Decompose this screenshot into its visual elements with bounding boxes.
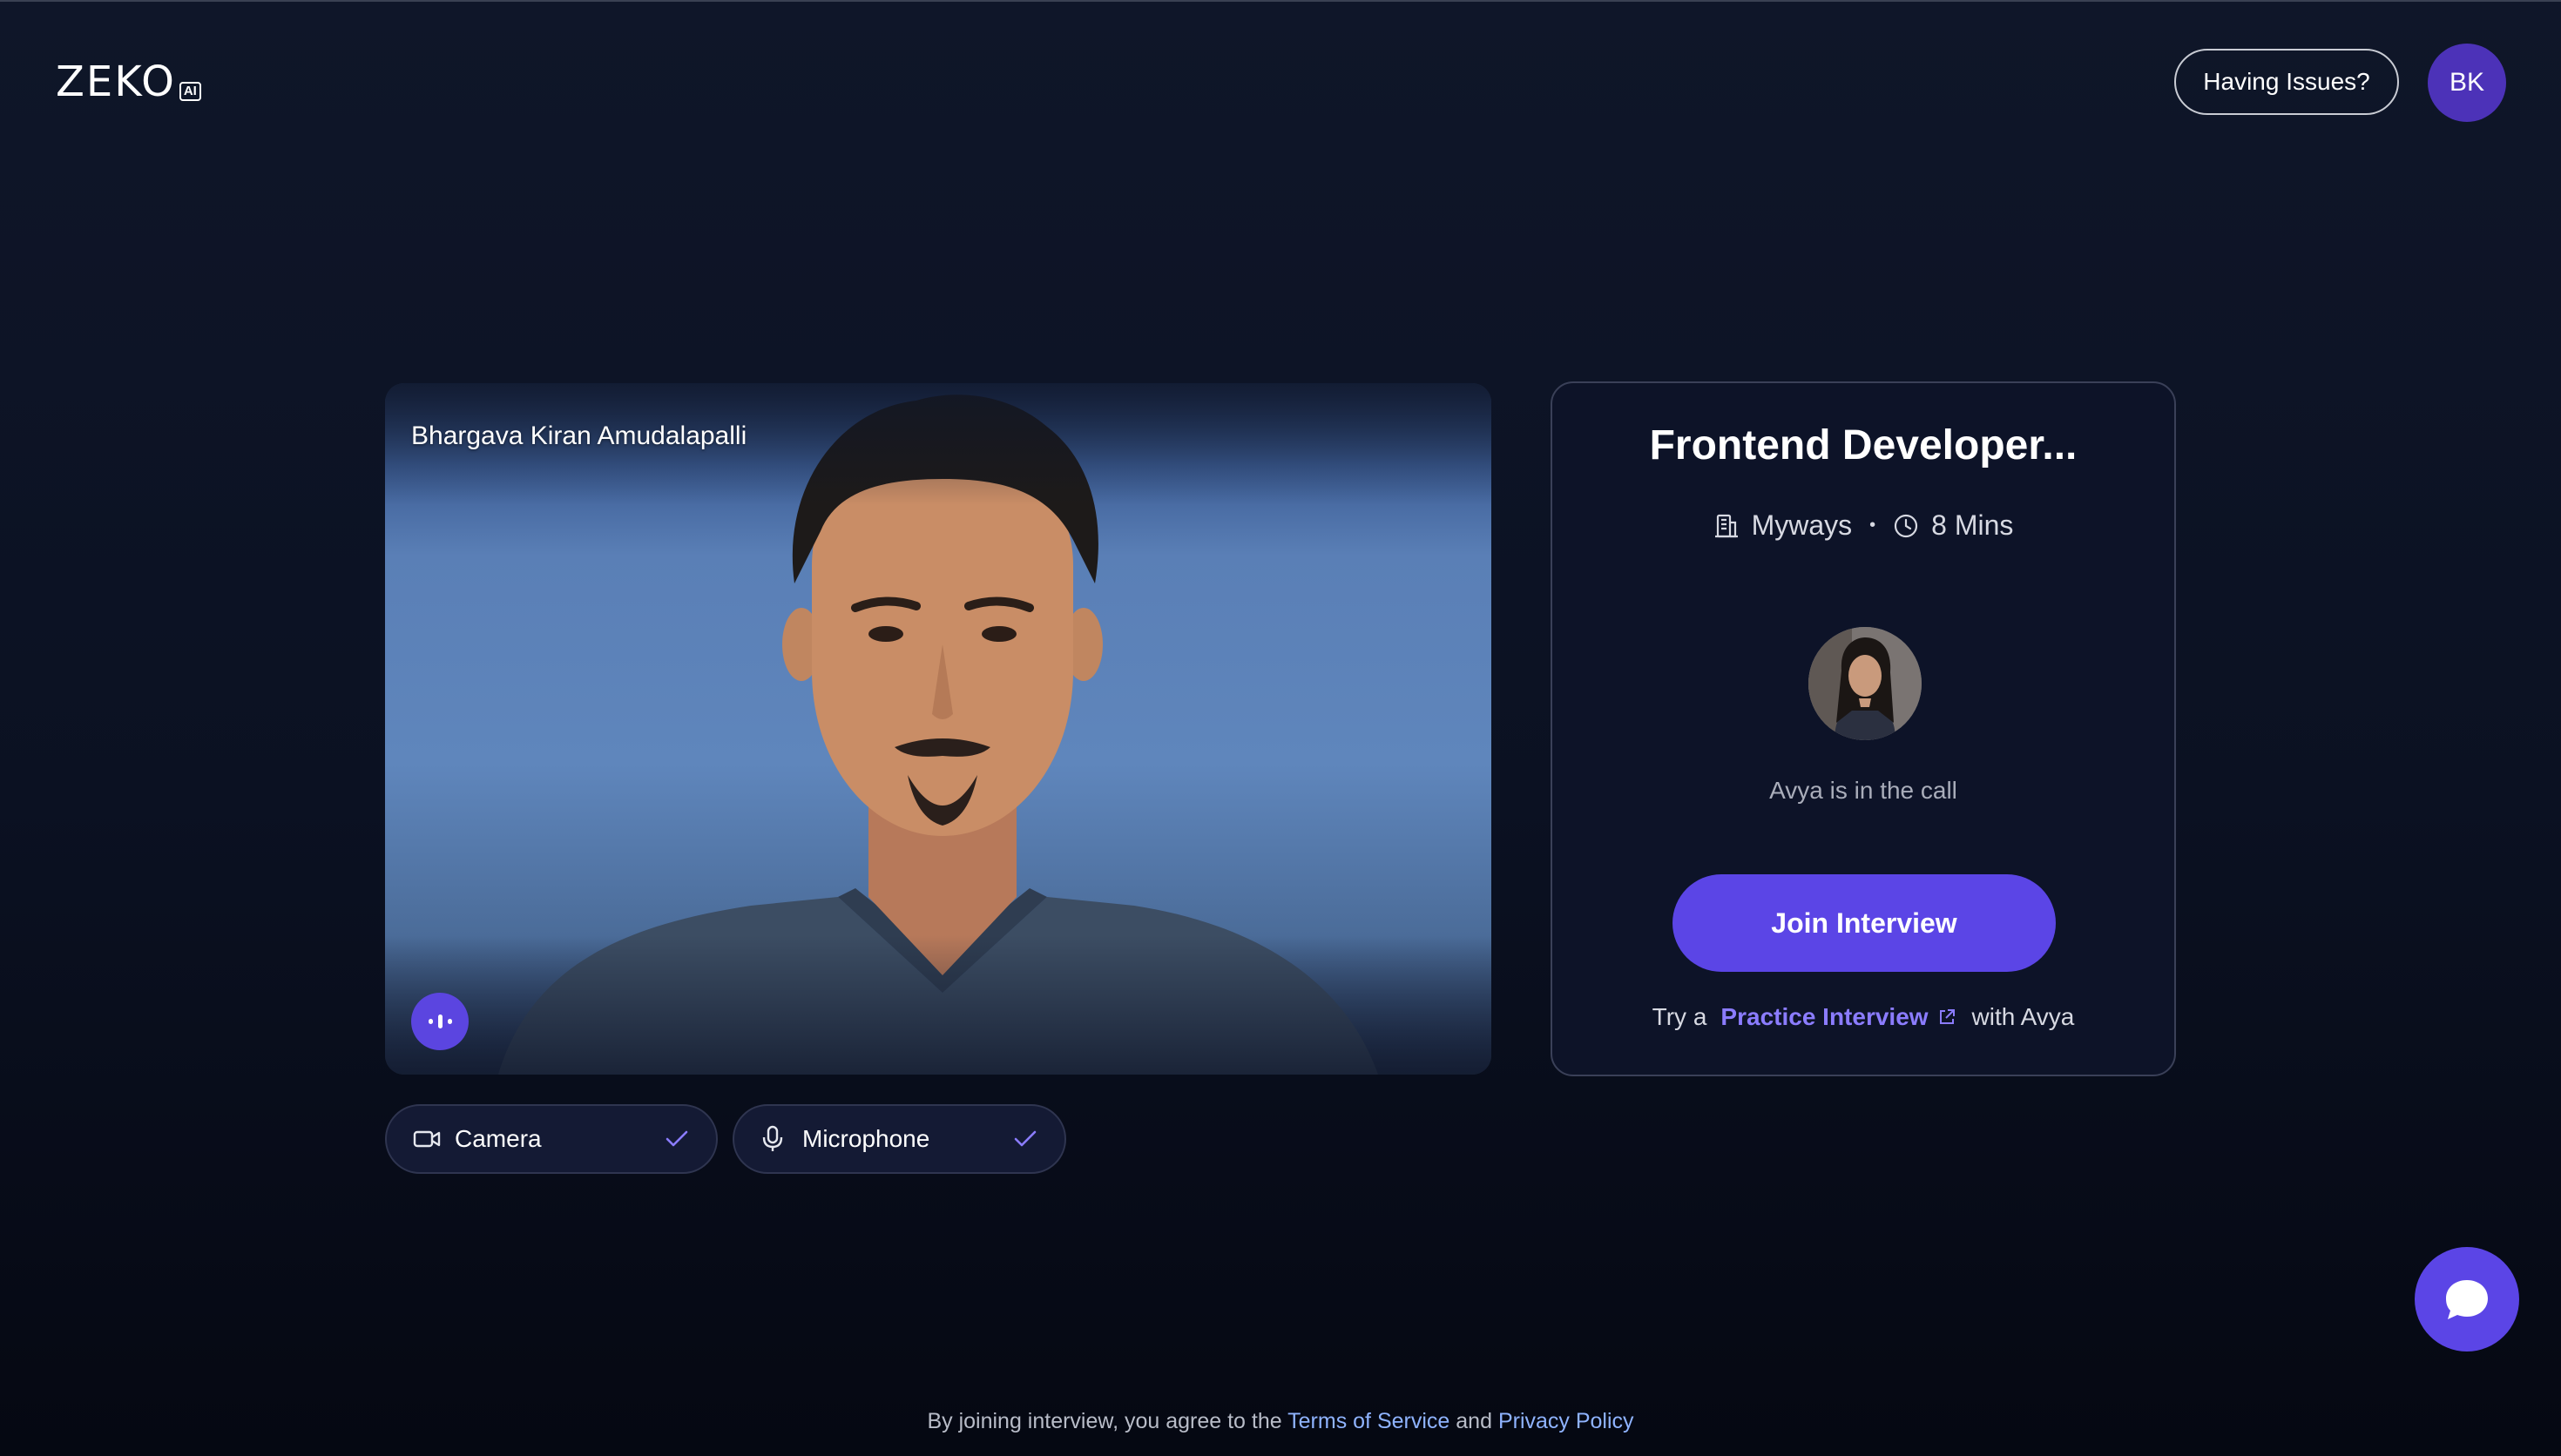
practice-prefix: Try a bbox=[1652, 1003, 1707, 1030]
microphone-label: Microphone bbox=[802, 1125, 930, 1152]
interview-meta: Myways • 8 Mins bbox=[1552, 509, 2174, 542]
practice-link-label: Practice Interview bbox=[1720, 1003, 1929, 1030]
camera-preview: Bhargava Kiran Amudalapalli bbox=[385, 383, 1491, 1075]
page: ZEKO AI Having Issues? BK Bhargava Kiran… bbox=[0, 0, 2561, 1456]
interview-card: Frontend Developer... Myways • 8 Mins Av… bbox=[1551, 381, 2176, 1076]
camera-toggle[interactable]: Camera bbox=[385, 1104, 718, 1174]
footer-prefix: By joining interview, you agree to the bbox=[927, 1409, 1282, 1433]
company-name: Myways bbox=[1751, 509, 1853, 541]
terms-of-service-link[interactable]: Terms of Service bbox=[1287, 1409, 1449, 1433]
having-issues-button[interactable]: Having Issues? bbox=[2174, 49, 2399, 115]
building-icon bbox=[1714, 514, 1738, 537]
practice-interview-link[interactable]: Practice Interview bbox=[1720, 1003, 1956, 1031]
external-link-icon bbox=[1939, 1009, 1955, 1024]
top-divider bbox=[0, 0, 2561, 2]
terms-footer: By joining interview, you agree to the T… bbox=[0, 1409, 2561, 1434]
logo-badge: AI bbox=[179, 82, 201, 101]
practice-interview-line: Try a Practice Interview with Avya bbox=[1552, 1003, 2174, 1031]
privacy-policy-link[interactable]: Privacy Policy bbox=[1498, 1409, 1634, 1433]
microphone-icon bbox=[760, 1124, 790, 1154]
zeko-logo[interactable]: ZEKO AI bbox=[56, 61, 201, 103]
microphone-toggle[interactable]: Microphone bbox=[733, 1104, 1066, 1174]
video-camera-icon bbox=[413, 1124, 443, 1154]
join-interview-button[interactable]: Join Interview bbox=[1672, 874, 2056, 972]
check-icon bbox=[1012, 1126, 1038, 1152]
logo-text: ZEKO bbox=[56, 57, 176, 106]
meta-separator: • bbox=[1869, 516, 1876, 535]
chat-widget-button[interactable] bbox=[2415, 1247, 2519, 1352]
camera-label: Camera bbox=[455, 1125, 542, 1152]
user-avatar[interactable]: BK bbox=[2428, 44, 2506, 122]
clock-icon bbox=[1895, 514, 1918, 537]
check-icon bbox=[664, 1126, 690, 1152]
call-status-text: Avya is in the call bbox=[1769, 777, 1957, 804]
interview-duration: 8 Mins bbox=[1931, 509, 2014, 541]
audio-level-indicator bbox=[411, 993, 469, 1050]
footer-conjunction: and bbox=[1456, 1409, 1492, 1433]
participant-name: Bhargava Kiran Amudalapalli bbox=[411, 421, 747, 450]
chat-bubble-icon bbox=[2446, 1280, 2488, 1319]
video-bottom-shade bbox=[385, 935, 1491, 1075]
practice-suffix: with Avya bbox=[1971, 1003, 2075, 1030]
interviewer-avatar bbox=[1808, 627, 1922, 740]
job-title: Frontend Developer... bbox=[1649, 422, 2078, 468]
